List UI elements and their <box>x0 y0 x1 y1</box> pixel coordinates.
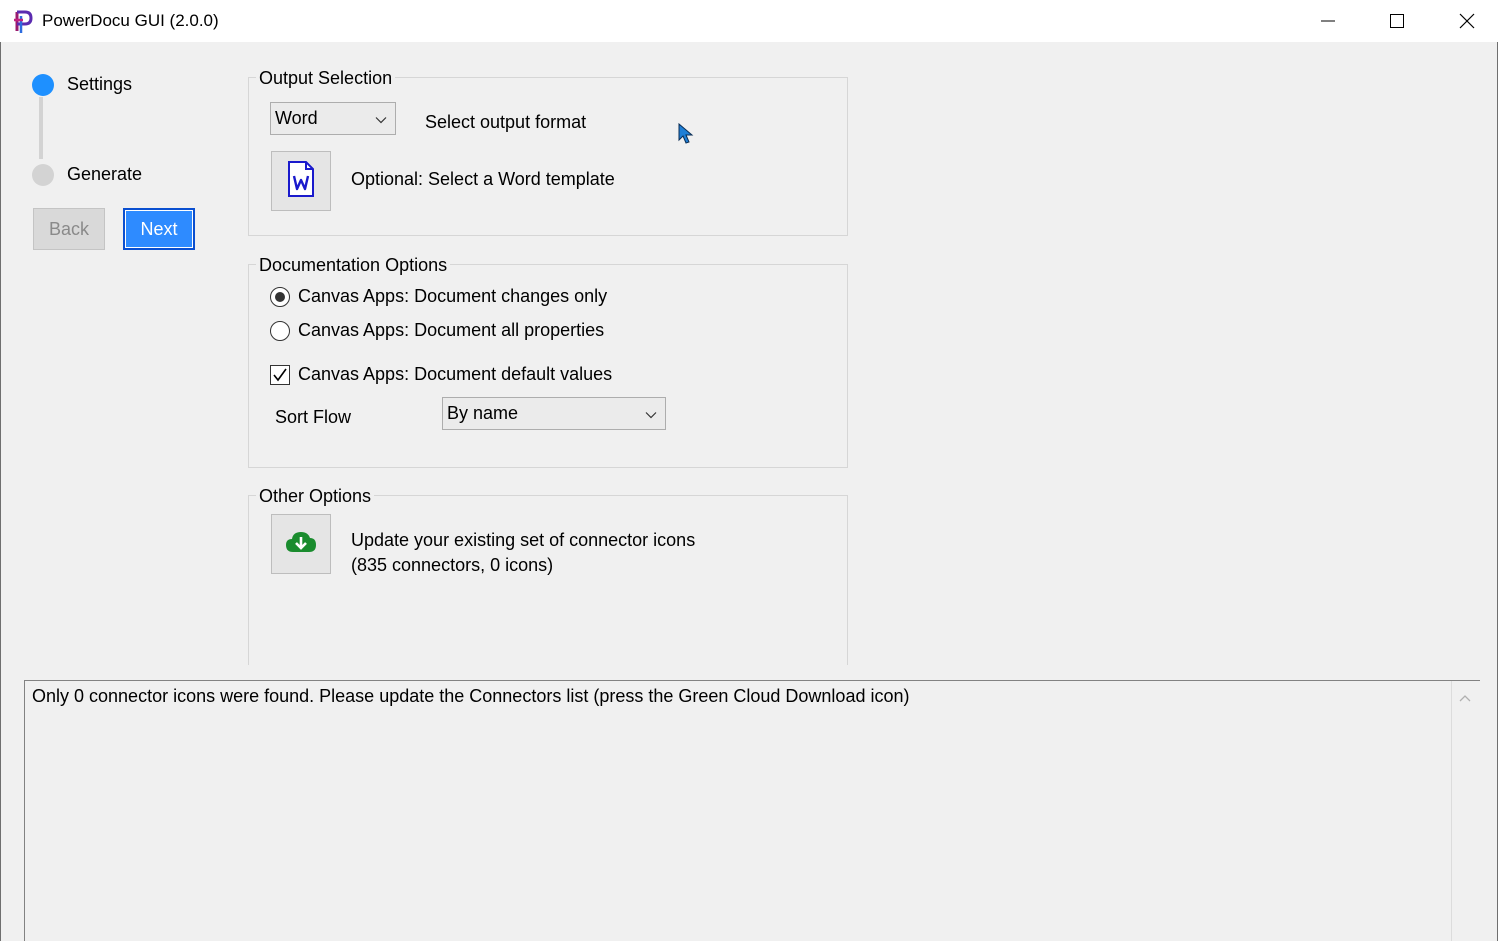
minimize-icon <box>1320 13 1336 29</box>
step-generate-label: Generate <box>67 164 143 184</box>
radio-changes-only-label: Canvas Apps: Document changes only <box>298 286 608 306</box>
checkbox-default-values-label: Canvas Apps: Document default values <box>298 364 613 384</box>
log-scrollbar[interactable] <box>1451 681 1480 941</box>
chevron-down-icon <box>645 403 657 424</box>
step-settings-label: Settings <box>67 74 133 94</box>
documentation-options-title: Documentation Options <box>256 255 451 276</box>
window-border <box>0 42 1 941</box>
log-output-box[interactable] <box>24 680 1480 941</box>
chevron-down-icon <box>375 108 387 129</box>
output-format-dropdown[interactable]: Word <box>270 102 396 135</box>
step-settings-indicator <box>32 74 54 96</box>
close-icon <box>1459 13 1475 29</box>
chevron-up-icon[interactable] <box>1459 689 1471 707</box>
word-template-label: Optional: Select a Word template <box>351 169 615 189</box>
mouse-cursor-icon <box>678 122 694 150</box>
checkbox[interactable] <box>270 364 290 385</box>
maximize-button[interactable] <box>1362 0 1432 42</box>
other-options-group <box>248 495 848 665</box>
output-selection-title: Output Selection <box>256 68 396 89</box>
output-format-label: Select output format <box>425 112 587 132</box>
minimize-button[interactable] <box>1293 0 1363 42</box>
select-word-template-button[interactable] <box>271 151 331 211</box>
cloud-download-icon <box>285 530 317 559</box>
close-button[interactable] <box>1432 0 1498 42</box>
powerdocu-logo-icon <box>12 8 38 34</box>
window-title: PowerDocu GUI (2.0.0) <box>42 11 219 30</box>
checkbox-default-values[interactable]: Canvas Apps: Document default values <box>270 364 612 385</box>
radio-all-properties[interactable]: Canvas Apps: Document all properties <box>270 320 604 341</box>
update-connector-icons-label: Update your existing set of connector ic… <box>351 530 696 550</box>
checkmark-icon <box>273 368 287 381</box>
radio-selected-dot <box>275 291 285 302</box>
back-button[interactable]: Back <box>33 208 105 250</box>
radio-button[interactable] <box>270 320 290 341</box>
next-button[interactable]: Next <box>123 208 195 250</box>
output-selection-group <box>248 77 848 236</box>
output-format-value: Word <box>275 108 318 128</box>
maximize-icon <box>1389 13 1405 29</box>
sort-flow-value: By name <box>447 403 519 423</box>
update-connector-icons-button[interactable] <box>271 514 331 574</box>
radio-changes-only[interactable]: Canvas Apps: Document changes only <box>270 286 607 307</box>
log-message: Only 0 connector icons were found. Pleas… <box>32 686 910 706</box>
word-document-icon <box>287 160 315 202</box>
connector-count-label: (835 connectors, 0 icons) <box>351 555 554 575</box>
stepper-connector <box>39 97 43 159</box>
title-bar <box>0 0 1498 42</box>
step-generate-indicator <box>32 164 54 186</box>
radio-all-properties-label: Canvas Apps: Document all properties <box>298 320 605 340</box>
sort-flow-dropdown[interactable]: By name <box>442 397 666 430</box>
other-options-title: Other Options <box>256 486 375 507</box>
radio-button[interactable] <box>270 286 290 307</box>
sort-flow-label: Sort Flow <box>275 407 352 427</box>
